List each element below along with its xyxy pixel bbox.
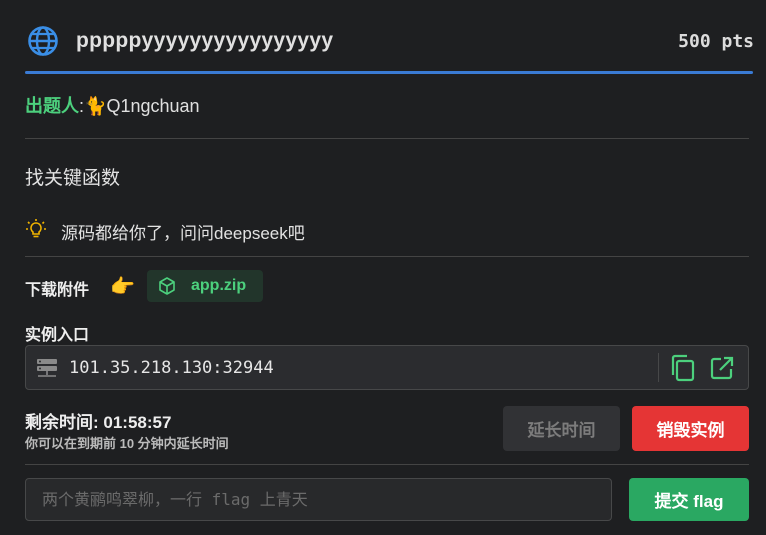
remaining-time-value: 01:58:57 (103, 413, 172, 432)
author-line: 出题人:🐈Q1ngchuan (25, 92, 200, 118)
extend-time-button[interactable]: 延长时间 (503, 406, 620, 451)
divider (658, 353, 659, 382)
hint-text: 源码都给你了，问问deepseek吧 (61, 224, 305, 243)
remaining-time: 剩余时间: 01:58:57 (25, 408, 171, 433)
header-divider (25, 71, 753, 74)
server-icon (37, 359, 57, 377)
divider (25, 256, 749, 257)
author-label: 出题人 (25, 96, 79, 116)
lightbulb-icon (26, 219, 46, 238)
submit-flag-button[interactable]: 提交 flag (629, 478, 749, 521)
extend-note: 你可以在到期前 10 分钟内延长时间 (25, 436, 229, 451)
attachments-label: 下载附件 (25, 282, 90, 299)
challenge-description: 找关键函数 (25, 168, 121, 189)
attachment-filename: app.zip (191, 277, 247, 294)
package-icon (159, 277, 175, 295)
pointing-hand-emoji: 👉 (110, 276, 135, 298)
instance-address-box: 101.35.218.130:32944 (25, 345, 749, 390)
external-link-icon[interactable] (709, 355, 735, 381)
instance-label: 实例入口 (25, 327, 90, 344)
divider (25, 138, 749, 139)
challenge-header: pppppyyyyyyyyyyyyyyyy 500 pts (0, 0, 766, 74)
flag-input[interactable] (25, 478, 612, 521)
challenge-points: 500 pts (678, 31, 754, 52)
author-name: Q1ngchuan (106, 96, 200, 116)
remaining-time-label: 剩余时间: (25, 413, 104, 432)
instance-address: 101.35.218.130:32944 (69, 358, 274, 378)
author-avatar: 🐈 (84, 96, 107, 116)
divider (25, 464, 749, 465)
globe-icon (28, 26, 58, 56)
destroy-instance-button[interactable]: 销毁实例 (632, 406, 749, 451)
challenge-title: pppppyyyyyyyyyyyyyyyy (76, 29, 334, 52)
download-attachment-button[interactable]: app.zip (147, 270, 263, 302)
copy-icon[interactable] (670, 354, 696, 382)
